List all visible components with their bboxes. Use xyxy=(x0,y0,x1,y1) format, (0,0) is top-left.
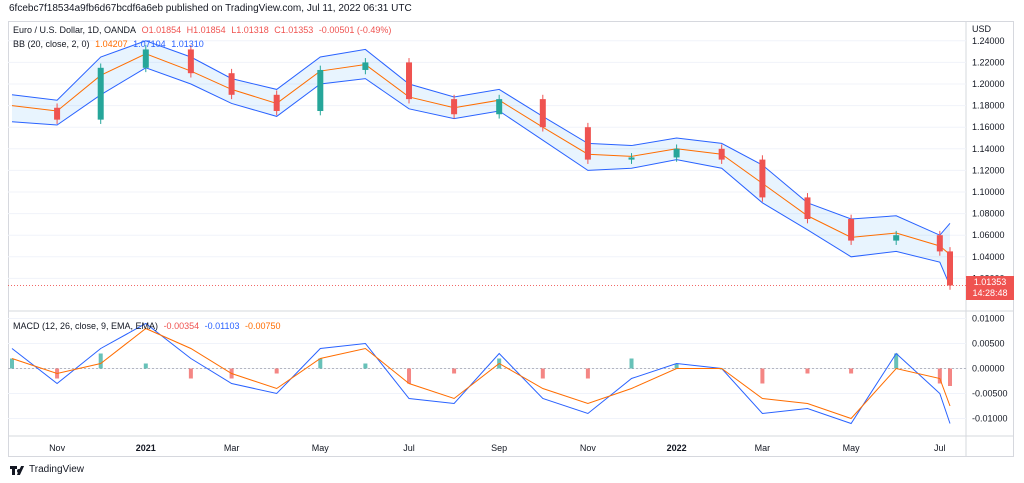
candle-body xyxy=(451,99,458,115)
macd-tick-label: 0.00000 xyxy=(972,364,1005,374)
price-tick-label: 1.24000 xyxy=(972,36,1005,46)
macd-tick-label: 0.01000 xyxy=(972,314,1005,324)
candle-body xyxy=(936,235,943,252)
time-tick-label: Sep xyxy=(491,443,507,453)
bb-lower-value: 1.01310 xyxy=(171,39,204,49)
macd-legend: MACD (12, 26, close, 9, EMA, EMA) -0.003… xyxy=(13,321,284,331)
macd-histogram-bar xyxy=(540,368,545,379)
chart-canvas[interactable]: USD 1.24000 1.22000 1.20000 1.18000 1.16000 1.… xyxy=(0,0,1024,483)
candle-body xyxy=(584,127,591,160)
bb-fill xyxy=(12,40,950,286)
last-price-badge: 1.01353 14:28:48 xyxy=(966,276,1014,300)
time-tick-label: Jul xyxy=(934,443,946,453)
time-tick-label: May xyxy=(843,443,861,453)
macd-tick-label: 0.00500 xyxy=(972,339,1005,349)
candle-body xyxy=(759,159,766,198)
price-tick-label: 1.08000 xyxy=(972,209,1005,219)
legend-high: H1.01854 xyxy=(186,25,226,35)
time-tick-label: 2022 xyxy=(667,443,687,453)
time-tick-label: 2021 xyxy=(136,443,156,453)
macd-histogram-bar xyxy=(452,368,457,374)
price-tick-label: 1.18000 xyxy=(972,101,1005,111)
macd-tick-label: -0.00500 xyxy=(972,389,1008,399)
legend-symbol: Euro / U.S. Dollar, 1D, OANDA xyxy=(13,25,137,35)
time-tick-label: Nov xyxy=(580,443,597,453)
candle-body xyxy=(273,94,280,111)
macd-hist-value: -0.00354 xyxy=(163,321,200,331)
candle-body xyxy=(362,62,369,70)
candle-body xyxy=(673,148,680,158)
macd-histogram-bar xyxy=(188,368,193,379)
y-axis-unit-label: USD xyxy=(972,24,992,34)
tradingview-logo-icon xyxy=(10,465,25,475)
tradingview-footer[interactable]: TradingView xyxy=(10,464,84,475)
macd-histogram-bar xyxy=(585,368,590,379)
candle-body xyxy=(317,69,324,111)
time-tick-label: Nov xyxy=(49,443,66,453)
candle-body xyxy=(848,219,855,241)
candle-body xyxy=(406,62,413,100)
price-tick-label: 1.22000 xyxy=(972,57,1005,67)
bb-basis-value: 1.04207 xyxy=(95,39,128,49)
macd-histogram-bar xyxy=(274,368,279,374)
bb-label: BB (20, close, 2, 0) xyxy=(13,39,90,49)
macd-histogram-bar xyxy=(143,363,148,369)
candle-body xyxy=(628,157,635,160)
candle-body xyxy=(804,197,811,219)
legend-open: O1.01854 xyxy=(141,25,182,35)
price-tick-label: 1.10000 xyxy=(972,187,1005,197)
candle-body xyxy=(496,99,503,115)
candle-body xyxy=(947,251,953,286)
candle-body xyxy=(718,148,725,160)
candle-body xyxy=(54,107,61,120)
candle-body xyxy=(97,67,104,120)
legend-close: C1.01353 xyxy=(274,25,314,35)
macd-histogram-bar xyxy=(407,368,412,384)
macd-histogram-bar xyxy=(849,368,854,374)
price-legend: Euro / U.S. Dollar, 1D, OANDA O1.01854 H… xyxy=(13,25,394,35)
macd-histogram-bar xyxy=(363,363,368,369)
time-tick-label: Mar xyxy=(755,443,771,453)
candle-body xyxy=(539,99,546,128)
time-tick-label: Jul xyxy=(403,443,415,453)
macd-histogram-bar xyxy=(760,368,765,384)
macd-histogram-bar xyxy=(629,358,634,369)
candle-body xyxy=(893,235,900,241)
candle-body xyxy=(187,49,194,74)
footer-brand: TradingView xyxy=(29,464,85,475)
macd-tick-label: -0.01000 xyxy=(972,414,1008,424)
last-price: 1.01353 xyxy=(973,277,1007,287)
price-tick-label: 1.16000 xyxy=(972,122,1005,132)
macd-histogram-bar xyxy=(98,353,103,369)
macd-histogram-bar xyxy=(948,368,952,386)
time-tick-label: Mar xyxy=(224,443,240,453)
macd-histogram-bar xyxy=(10,358,14,369)
price-tick-label: 1.04000 xyxy=(972,252,1005,262)
price-tick-label: 1.06000 xyxy=(972,230,1005,240)
macd-histogram-bar xyxy=(805,368,810,374)
macd-label: MACD (12, 26, close, 9, EMA, EMA) xyxy=(13,321,159,331)
bb-upper-value: 1.07104 xyxy=(133,39,166,49)
legend-change: -0.00501 (-0.49%) xyxy=(318,25,392,35)
macd-line-value: -0.01103 xyxy=(204,321,240,331)
price-tick-label: 1.20000 xyxy=(972,79,1005,89)
price-tick-label: 1.12000 xyxy=(972,165,1005,175)
price-tick-label: 1.14000 xyxy=(972,144,1005,154)
legend-low: L1.01318 xyxy=(231,25,269,35)
bb-legend: BB (20, close, 2, 0) 1.04207 1.07104 1.0… xyxy=(13,39,207,49)
macd-signal-value: -0.00750 xyxy=(245,321,281,331)
candle-body xyxy=(228,73,235,95)
time-tick-label: May xyxy=(312,443,330,453)
candle-body xyxy=(142,49,149,68)
bar-countdown: 14:28:48 xyxy=(972,288,1008,298)
